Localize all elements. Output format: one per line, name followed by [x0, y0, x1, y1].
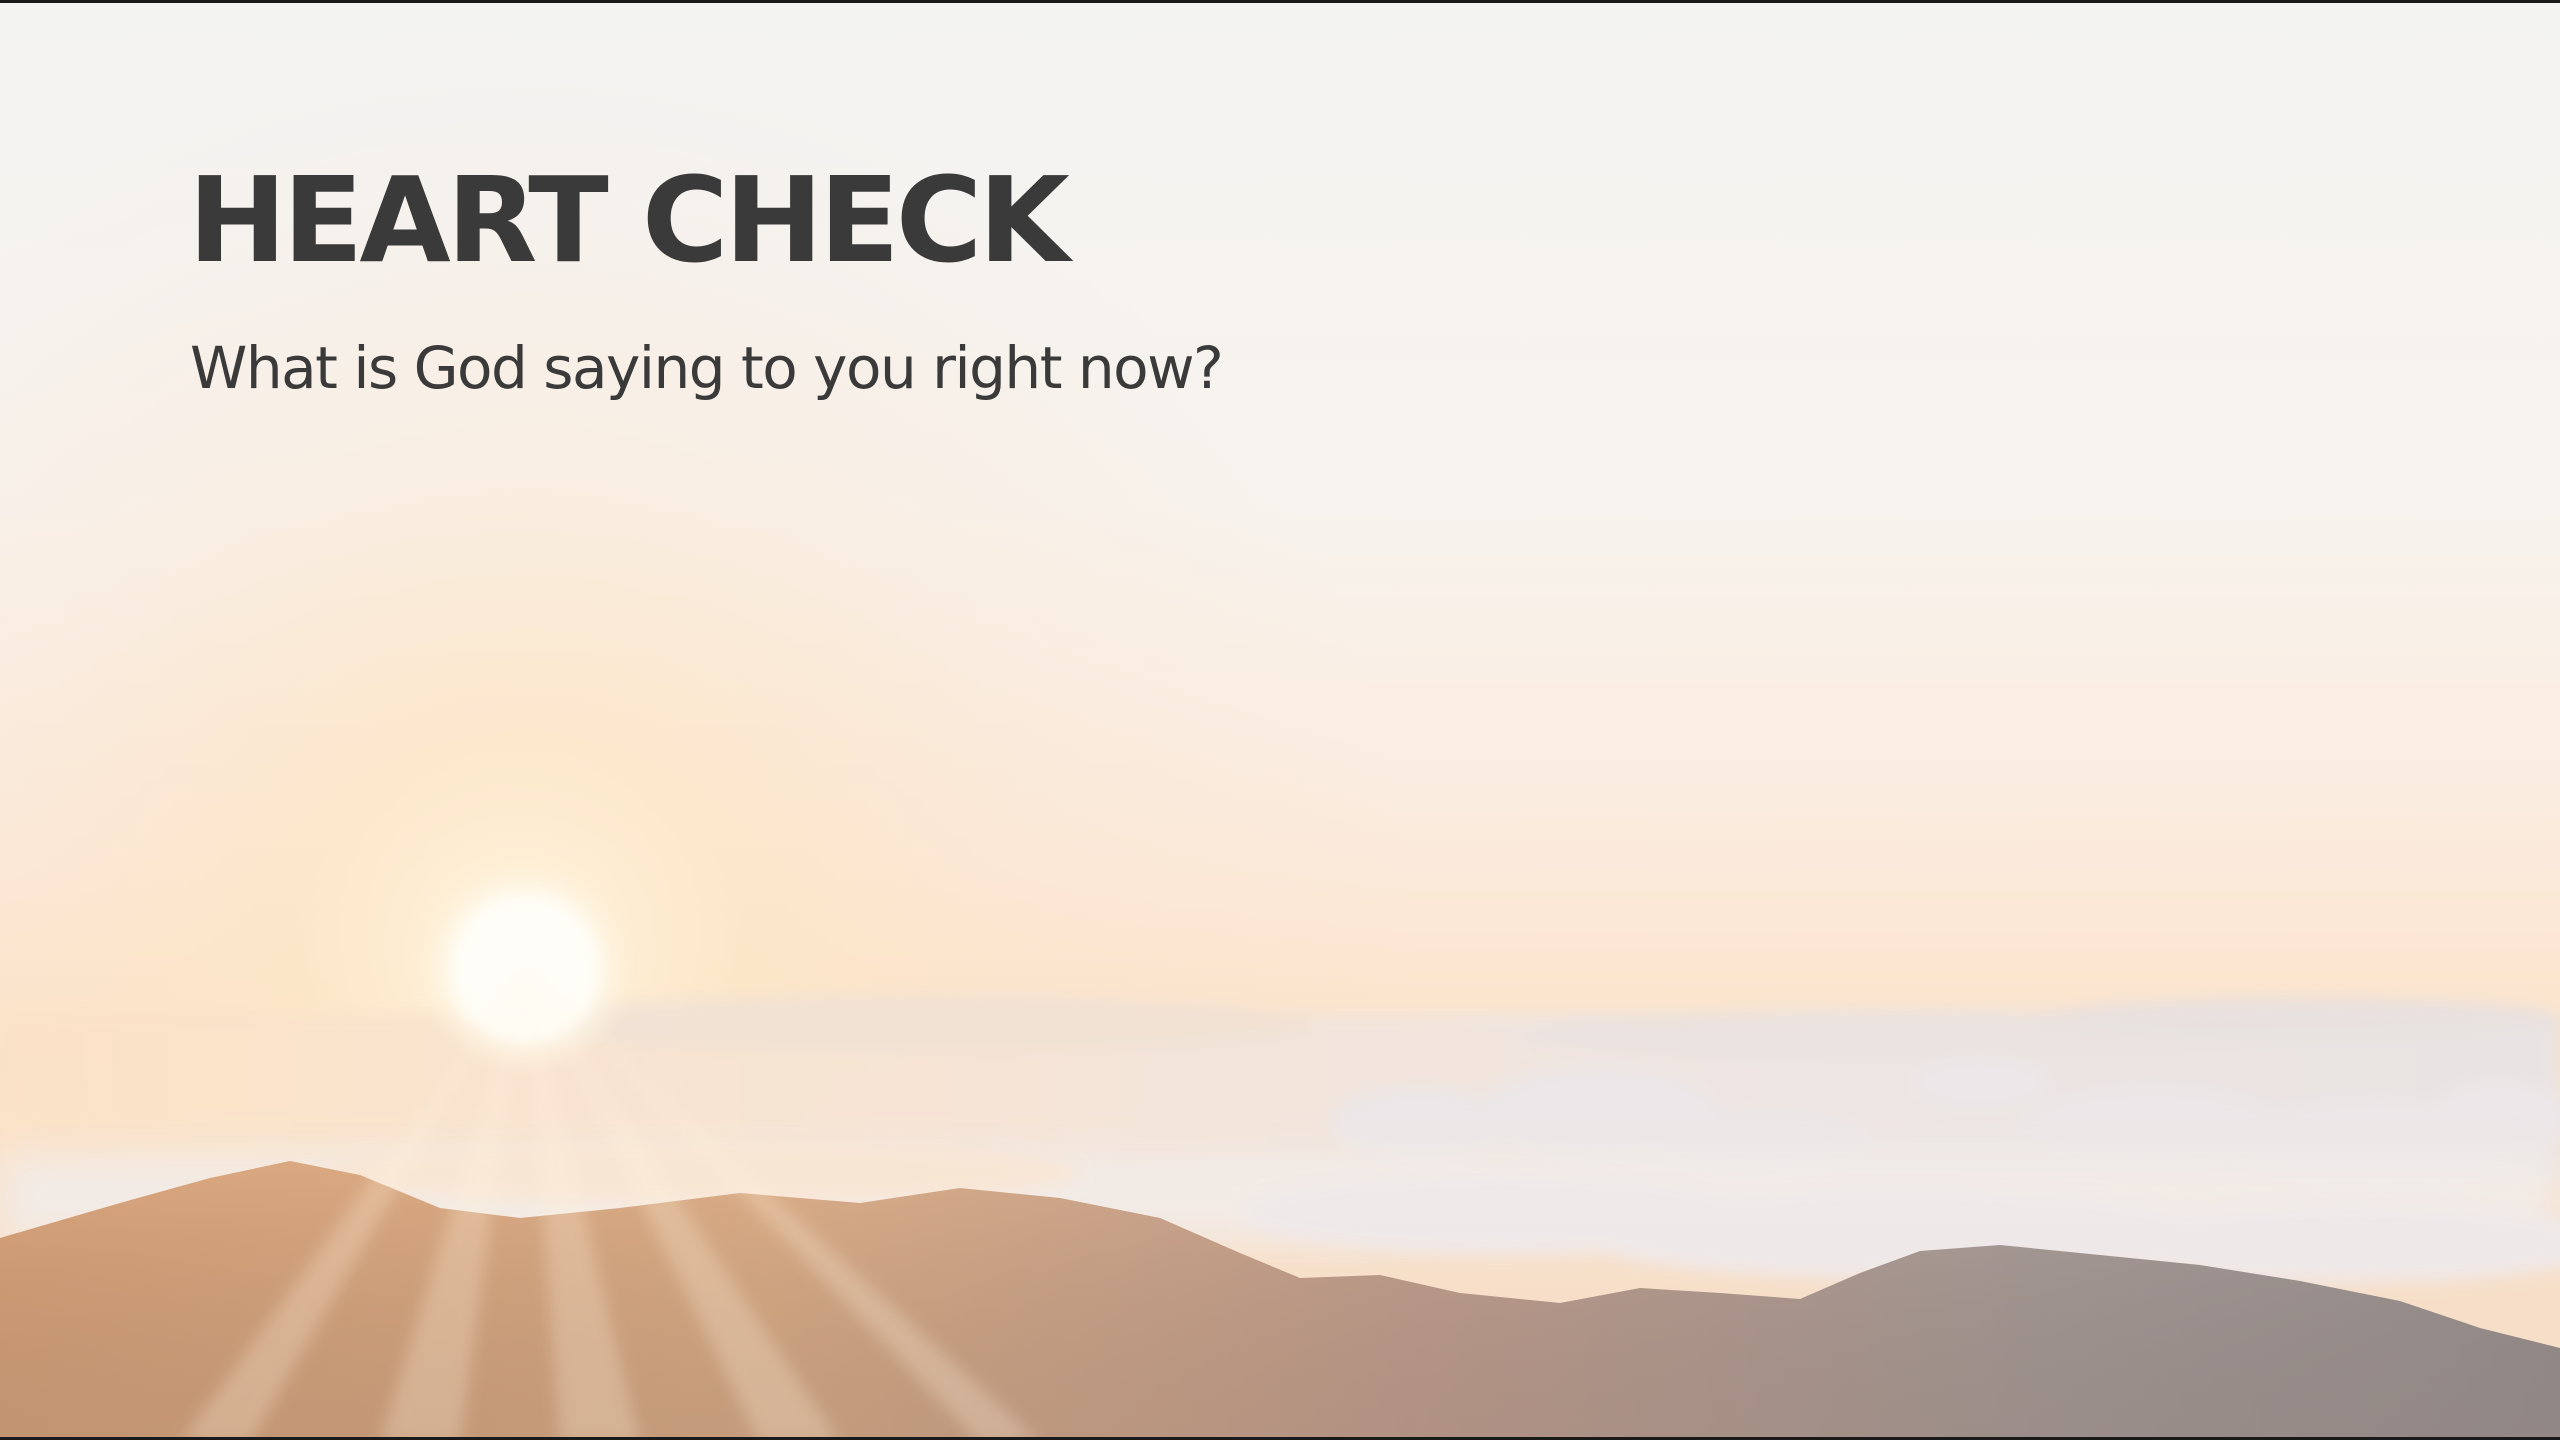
- slide-title: HEART CHECK: [188, 151, 1070, 289]
- slide: HEART CHECK What is God saying to you ri…: [0, 0, 2560, 1440]
- slide-subtitle: What is God saying to you right now?: [190, 334, 1224, 402]
